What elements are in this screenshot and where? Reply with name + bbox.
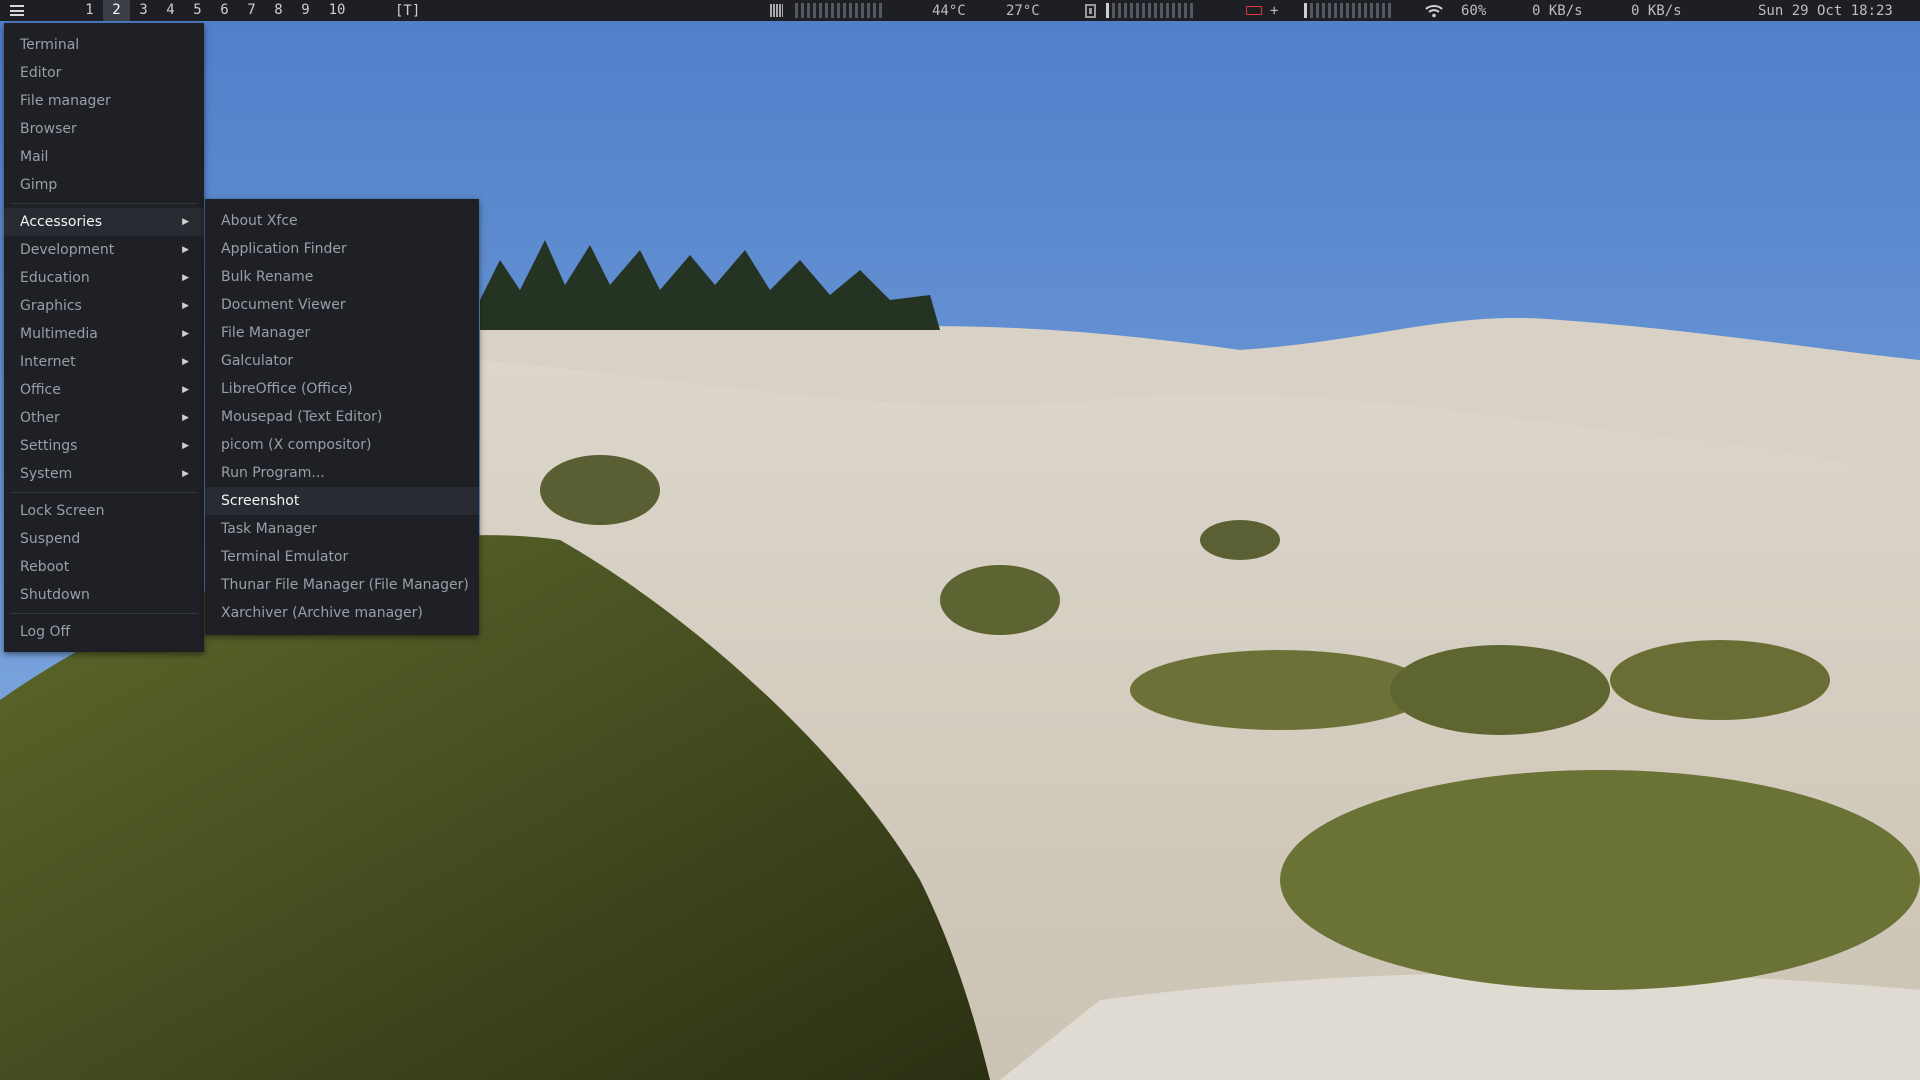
submenu-item-picom[interactable]: picom (X compositor) [205, 431, 479, 459]
temperature-2: 27°C [1006, 2, 1040, 19]
menu-item-suspend[interactable]: Suspend [4, 525, 204, 553]
workspace-9[interactable]: 9 [292, 0, 319, 21]
menu-item-gimp[interactable]: Gimp [4, 171, 204, 199]
menu-item-terminal[interactable]: Terminal [4, 31, 204, 59]
cpu-temp: 44°C [932, 2, 966, 19]
submenu-item-run-program[interactable]: Run Program... [205, 459, 479, 487]
submenu-item-task-manager[interactable]: Task Manager [205, 515, 479, 543]
accessories-submenu: About Xfce Application Finder Bulk Renam… [205, 199, 479, 635]
workspace-6[interactable]: 6 [211, 0, 238, 21]
battery-charging-plus: + [1270, 2, 1279, 19]
category-label: Internet [20, 354, 76, 370]
battery-bars [1304, 3, 1391, 18]
memory-graph [1085, 0, 1193, 21]
cpu-bars [795, 3, 882, 18]
hamburger-icon [10, 5, 24, 16]
category-label: Office [20, 382, 61, 398]
battery-indicator: + [1246, 0, 1278, 21]
menu-category-system[interactable]: System ▶ [4, 460, 204, 488]
category-label: Development [20, 242, 115, 258]
workspace-2[interactable]: 2 [103, 0, 130, 21]
submenu-item-thunar[interactable]: Thunar File Manager (File Manager) [205, 571, 479, 599]
submenu-item-application-finder[interactable]: Application Finder [205, 235, 479, 263]
menu-category-office[interactable]: Office ▶ [4, 376, 204, 404]
wifi-icon [1425, 4, 1443, 17]
submenu-arrow-icon: ▶ [182, 245, 189, 255]
applications-menu-button[interactable] [0, 0, 34, 21]
menu-item-log-off[interactable]: Log Off [4, 618, 204, 646]
applications-menu: Terminal Editor File manager Browser Mai… [4, 23, 204, 652]
clock[interactable]: Sun 29 Oct 18:23 [1758, 0, 1893, 21]
submenu-arrow-icon: ▶ [182, 357, 189, 367]
menu-separator [10, 613, 198, 614]
submenu-arrow-icon: ▶ [182, 441, 189, 451]
workspace-3[interactable]: 3 [130, 0, 157, 21]
submenu-item-file-manager[interactable]: File Manager [205, 319, 479, 347]
layout-indicator[interactable]: [T] [395, 3, 420, 19]
menu-category-accessories[interactable]: Accessories ▶ [4, 208, 204, 236]
menu-separator [10, 492, 198, 493]
workspace-8[interactable]: 8 [265, 0, 292, 21]
memory-bars [1106, 3, 1193, 18]
workspace-4[interactable]: 4 [157, 0, 184, 21]
submenu-arrow-icon: ▶ [182, 273, 189, 283]
submenu-item-terminal-emulator[interactable]: Terminal Emulator [205, 543, 479, 571]
menu-category-education[interactable]: Education ▶ [4, 264, 204, 292]
submenu-arrow-icon: ▶ [182, 413, 189, 423]
submenu-item-libreoffice[interactable]: LibreOffice (Office) [205, 375, 479, 403]
menu-category-settings[interactable]: Settings ▶ [4, 432, 204, 460]
menu-item-browser[interactable]: Browser [4, 115, 204, 143]
submenu-item-mousepad[interactable]: Mousepad (Text Editor) [205, 403, 479, 431]
menu-separator [10, 203, 198, 204]
wifi-strength: 60% [1461, 2, 1487, 19]
cpu-graph [770, 0, 882, 21]
category-label: Settings [20, 438, 78, 454]
submenu-item-xarchiver[interactable]: Xarchiver (Archive manager) [205, 599, 479, 627]
menu-item-lock-screen[interactable]: Lock Screen [4, 497, 204, 525]
menu-item-file-manager[interactable]: File manager [4, 87, 204, 115]
battery-graph [1304, 0, 1391, 21]
cpu-icon [770, 4, 783, 17]
submenu-arrow-icon: ▶ [182, 217, 189, 227]
submenu-item-about-xfce[interactable]: About Xfce [205, 207, 479, 235]
submenu-item-bulk-rename[interactable]: Bulk Rename [205, 263, 479, 291]
submenu-item-document-viewer[interactable]: Document Viewer [205, 291, 479, 319]
submenu-item-galculator[interactable]: Galculator [205, 347, 479, 375]
workspace-10[interactable]: 10 [319, 0, 355, 21]
category-label: Multimedia [20, 326, 98, 342]
menu-category-development[interactable]: Development ▶ [4, 236, 204, 264]
menu-item-shutdown[interactable]: Shutdown [4, 581, 204, 609]
category-label: Education [20, 270, 90, 286]
battery-icon [1246, 6, 1262, 15]
category-label: Accessories [20, 214, 103, 230]
memory-icon [1085, 3, 1096, 18]
menu-item-editor[interactable]: Editor [4, 59, 204, 87]
submenu-arrow-icon: ▶ [182, 385, 189, 395]
menu-item-reboot[interactable]: Reboot [4, 553, 204, 581]
workspace-5[interactable]: 5 [184, 0, 211, 21]
submenu-item-screenshot[interactable]: Screenshot [205, 487, 479, 515]
submenu-arrow-icon: ▶ [182, 329, 189, 339]
submenu-arrow-icon: ▶ [182, 301, 189, 311]
menu-item-mail[interactable]: Mail [4, 143, 204, 171]
net-upload: 0 KB/s [1631, 2, 1682, 19]
top-panel: 1 2 3 4 5 6 7 8 9 10 [T] 44°C 27°C + 60%… [0, 0, 1920, 21]
menu-category-multimedia[interactable]: Multimedia ▶ [4, 320, 204, 348]
workspace-7[interactable]: 7 [238, 0, 265, 21]
menu-category-graphics[interactable]: Graphics ▶ [4, 292, 204, 320]
category-label: Other [20, 410, 60, 426]
workspace-switcher: 1 2 3 4 5 6 7 8 9 10 [76, 0, 355, 21]
wifi-indicator [1425, 0, 1443, 21]
category-label: System [20, 466, 73, 482]
workspace-1[interactable]: 1 [76, 0, 103, 21]
submenu-arrow-icon: ▶ [182, 469, 189, 479]
category-label: Graphics [20, 298, 82, 314]
menu-category-internet[interactable]: Internet ▶ [4, 348, 204, 376]
menu-category-other[interactable]: Other ▶ [4, 404, 204, 432]
net-download: 0 KB/s [1532, 2, 1583, 19]
